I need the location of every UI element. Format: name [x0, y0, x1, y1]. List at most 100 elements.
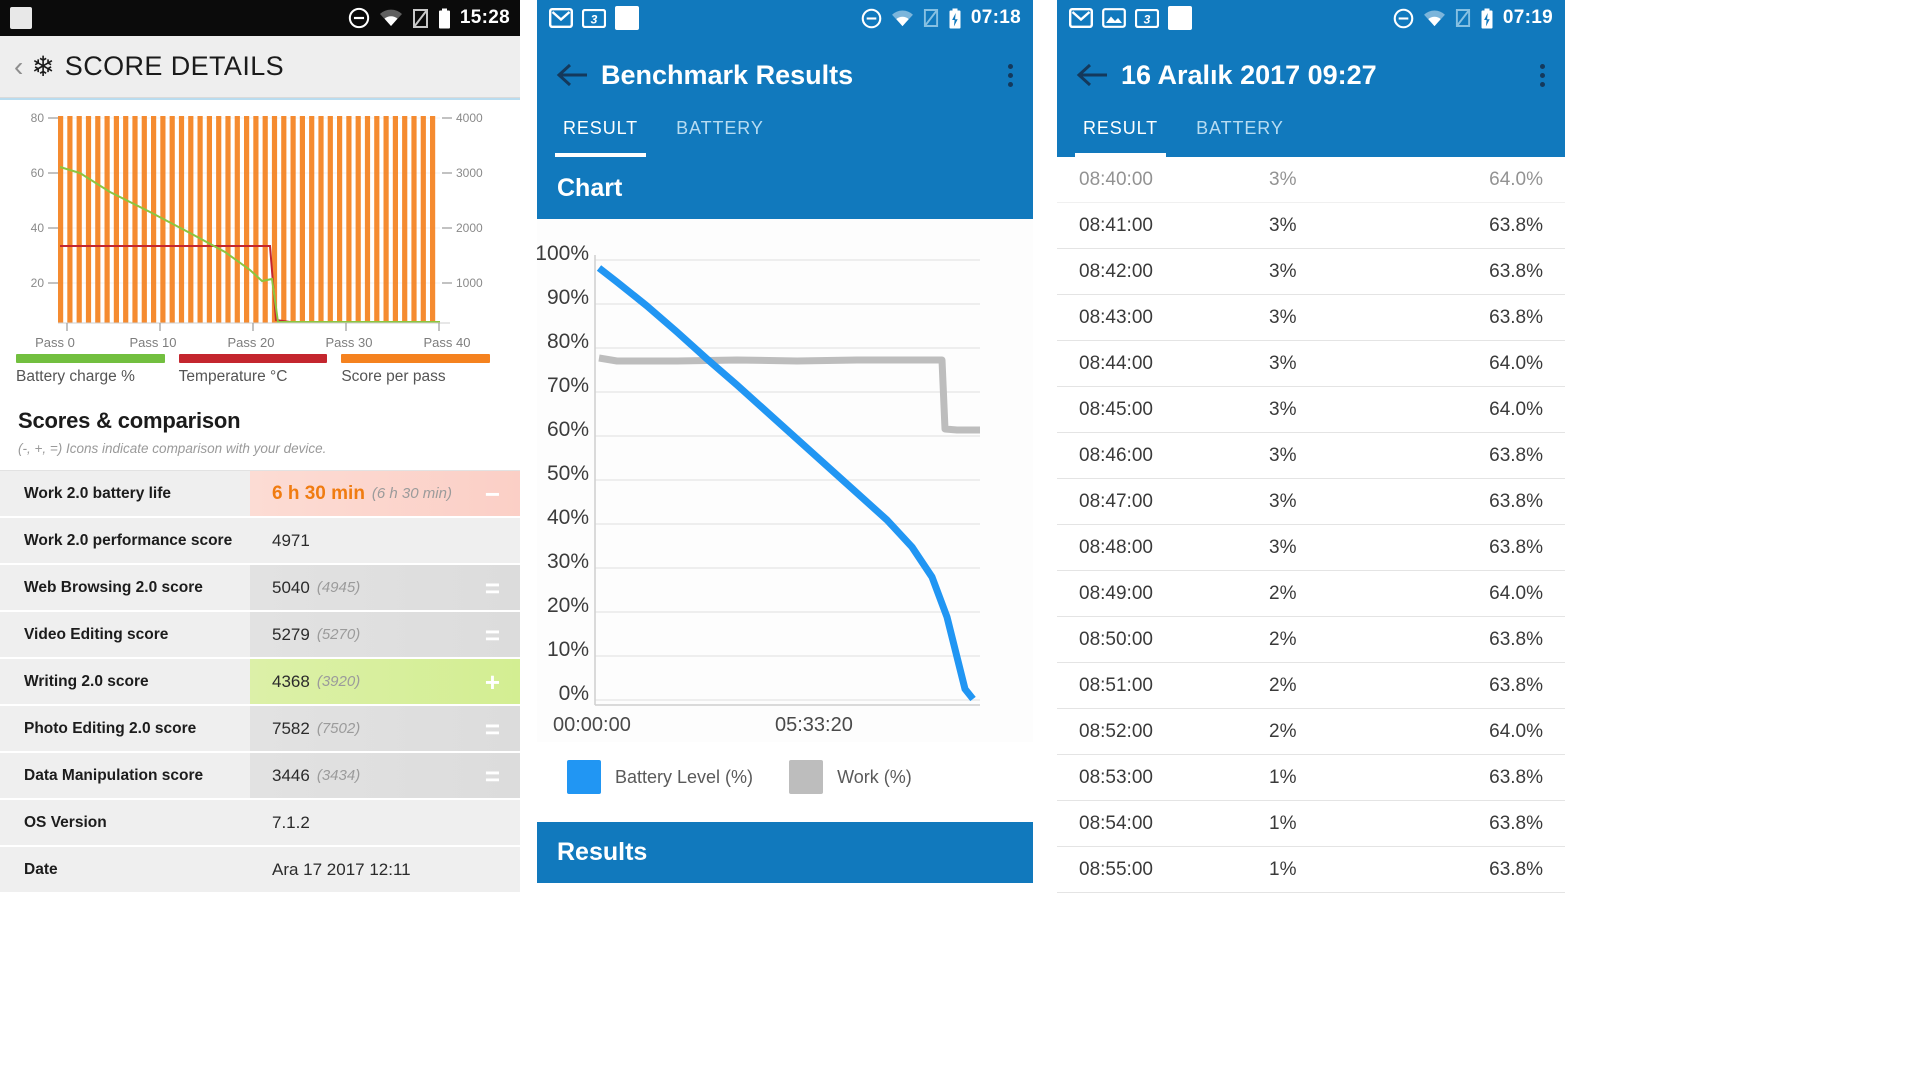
log-battery-pct: 1% — [1269, 858, 1297, 880]
log-battery-pct: 2% — [1269, 628, 1297, 650]
photos-icon — [1102, 8, 1126, 28]
score-row-value-cell: 3446 (3434) = — [250, 753, 520, 798]
log-time: 08:54:00 — [1079, 812, 1153, 834]
svg-text:60: 60 — [31, 166, 45, 180]
svg-text:2000: 2000 — [456, 221, 483, 235]
table-row[interactable]: 08:50:00 2% 63.8% — [1057, 617, 1565, 663]
log-work-pct: 64.0% — [1489, 352, 1543, 374]
table-row[interactable]: 08:48:00 3% 63.8% — [1057, 525, 1565, 571]
legend-label-score: Score per pass — [341, 368, 446, 385]
wifi-icon — [891, 10, 913, 26]
score-row-compare: (3920) — [316, 673, 361, 690]
tab-battery[interactable]: BATTERY — [668, 118, 772, 157]
chart-card-header: Chart — [537, 157, 1033, 219]
table-row[interactable]: 08:55:00 1% 63.8% — [1057, 847, 1565, 893]
log-battery-pct: 1% — [1269, 766, 1297, 788]
table-row[interactable]: 08:44:00 3% 64.0% — [1057, 341, 1565, 387]
table-row[interactable]: 08:53:00 1% 63.8% — [1057, 755, 1565, 801]
table-row[interactable]: 08:40:00 3% 64.0% — [1057, 157, 1565, 203]
arrow-back-icon[interactable] — [1073, 62, 1113, 88]
table-row[interactable]: Video Editing score 5279 (5270) = — [0, 612, 520, 659]
log-work-pct: 63.8% — [1489, 674, 1543, 696]
table-row[interactable]: 08:52:00 2% 64.0% — [1057, 709, 1565, 755]
table-row[interactable]: 08:42:00 3% 63.8% — [1057, 249, 1565, 295]
table-row[interactable]: 08:49:00 2% 64.0% — [1057, 571, 1565, 617]
comparison-badge-icon: − — [484, 478, 500, 509]
log-time: 08:48:00 — [1079, 536, 1153, 558]
log-work-pct: 64.0% — [1489, 398, 1543, 420]
svg-text:100%: 100% — [537, 242, 589, 265]
score-row-value: 5040 — [272, 577, 310, 597]
tab-battery[interactable]: BATTERY — [1188, 118, 1292, 157]
score-row-value-cell: 7.1.2 — [250, 800, 520, 845]
table-row[interactable]: 08:54:00 1% 63.8% — [1057, 801, 1565, 847]
table-row[interactable]: Writing 2.0 score 4368 (3920) + — [0, 659, 520, 706]
svg-text:Pass 40: Pass 40 — [424, 335, 471, 350]
svg-text:3: 3 — [591, 12, 598, 26]
app-square-icon — [10, 7, 32, 29]
tab-result[interactable]: RESULT — [1075, 118, 1167, 157]
score-row-value-cell: Ara 17 2017 12:11 — [250, 847, 520, 892]
score-row-value: 5279 — [272, 624, 310, 644]
score-row-compare: (7502) — [316, 720, 361, 737]
svg-text:60%: 60% — [547, 418, 589, 441]
legend-swatch-battery-level — [567, 760, 601, 794]
kebab-menu-icon[interactable] — [1008, 63, 1017, 87]
table-row[interactable]: 08:47:00 3% 63.8% — [1057, 479, 1565, 525]
battery-log-table[interactable]: 08:40:00 3% 64.0% 08:41:00 3% 63.8% 08:42:00 3%… — [1057, 157, 1565, 893]
battery-charging-icon — [949, 8, 961, 28]
log-battery-pct: 3% — [1269, 168, 1297, 190]
log-time: 08:40:00 — [1079, 168, 1153, 190]
table-row[interactable]: Data Manipulation score 3446 (3434) = — [0, 753, 520, 800]
tab-result[interactable]: RESULT — [555, 118, 647, 157]
panel1-clock: 15:28 — [459, 7, 510, 28]
table-row[interactable]: 08:43:00 3% 63.8% — [1057, 295, 1565, 341]
comparison-badge-icon: = — [484, 572, 500, 603]
log-battery-pct: 3% — [1269, 490, 1297, 512]
table-row[interactable]: Photo Editing 2.0 score 7582 (7502) = — [0, 706, 520, 753]
svg-text:90%: 90% — [547, 286, 589, 309]
dnd-icon — [348, 7, 370, 29]
arrow-back-icon[interactable] — [553, 62, 593, 88]
table-row[interactable]: 08:45:00 3% 64.0% — [1057, 387, 1565, 433]
kebab-menu-icon[interactable] — [1540, 63, 1549, 87]
panel3-app-bar: 16 Aralık 2017 09:27 RESULT BATTERY — [1057, 36, 1565, 157]
score-details-chart-legend: Battery charge % Temperature °C Score pe… — [0, 348, 520, 386]
table-row[interactable]: Work 2.0 performance score 4971 — [0, 518, 520, 565]
legend-swatch-battery — [16, 354, 165, 363]
panel-benchmark-results: 3 07:18 Benchmark Results RESULT BATTERY… — [537, 0, 1033, 1080]
score-row-label: Photo Editing 2.0 score — [0, 706, 250, 751]
log-battery-pct: 3% — [1269, 398, 1297, 420]
table-row[interactable]: Web Browsing 2.0 score 5040 (4945) = — [0, 565, 520, 612]
panel2-status-bar: 3 07:18 — [537, 0, 1033, 36]
panel1-scroll-area[interactable]: 80 60 40 20 4000 3000 2000 1000 Pass 0 P… — [0, 98, 520, 1080]
score-row-label: Video Editing score — [0, 612, 250, 657]
score-row-value-cell: 6 h 30 min (6 h 30 min) − — [250, 471, 520, 516]
score-row-value-cell: 4368 (3920) + — [250, 659, 520, 704]
log-work-pct: 63.8% — [1489, 766, 1543, 788]
log-battery-pct: 3% — [1269, 536, 1297, 558]
legend-item-score: Score per pass — [341, 354, 504, 386]
log-work-pct: 63.8% — [1489, 260, 1543, 282]
table-row[interactable]: OS Version 7.1.2 — [0, 800, 520, 847]
back-chevron-icon[interactable]: ‹ — [14, 52, 23, 81]
table-row[interactable]: 08:51:00 2% 63.8% — [1057, 663, 1565, 709]
snowflake-icon: ❄ — [31, 50, 55, 82]
gmail-icon — [1069, 8, 1093, 28]
comparison-badge-icon: = — [484, 619, 500, 650]
log-time: 08:49:00 — [1079, 582, 1153, 604]
signal-off-icon — [923, 9, 938, 27]
gmail-icon — [549, 8, 573, 28]
table-row[interactable]: Date Ara 17 2017 12:11 — [0, 847, 520, 894]
panel-score-details: 15:28 ‹ ❄ SCORE DETAILS 80 60 40 20 4000… — [0, 0, 520, 1080]
panel1-app-bar: ‹ ❄ SCORE DETAILS — [0, 36, 520, 98]
score-row-label: Date — [0, 847, 250, 892]
table-row[interactable]: 08:41:00 3% 63.8% — [1057, 203, 1565, 249]
svg-text:30%: 30% — [547, 550, 589, 573]
table-row[interactable]: Work 2.0 battery life 6 h 30 min (6 h 30 m… — [0, 471, 520, 518]
score-row-compare: (4945) — [316, 579, 361, 596]
log-time: 08:41:00 — [1079, 214, 1153, 236]
log-battery-pct: 3% — [1269, 352, 1297, 374]
panel2-clock: 07:18 — [970, 7, 1021, 28]
table-row[interactable]: 08:46:00 3% 63.8% — [1057, 433, 1565, 479]
